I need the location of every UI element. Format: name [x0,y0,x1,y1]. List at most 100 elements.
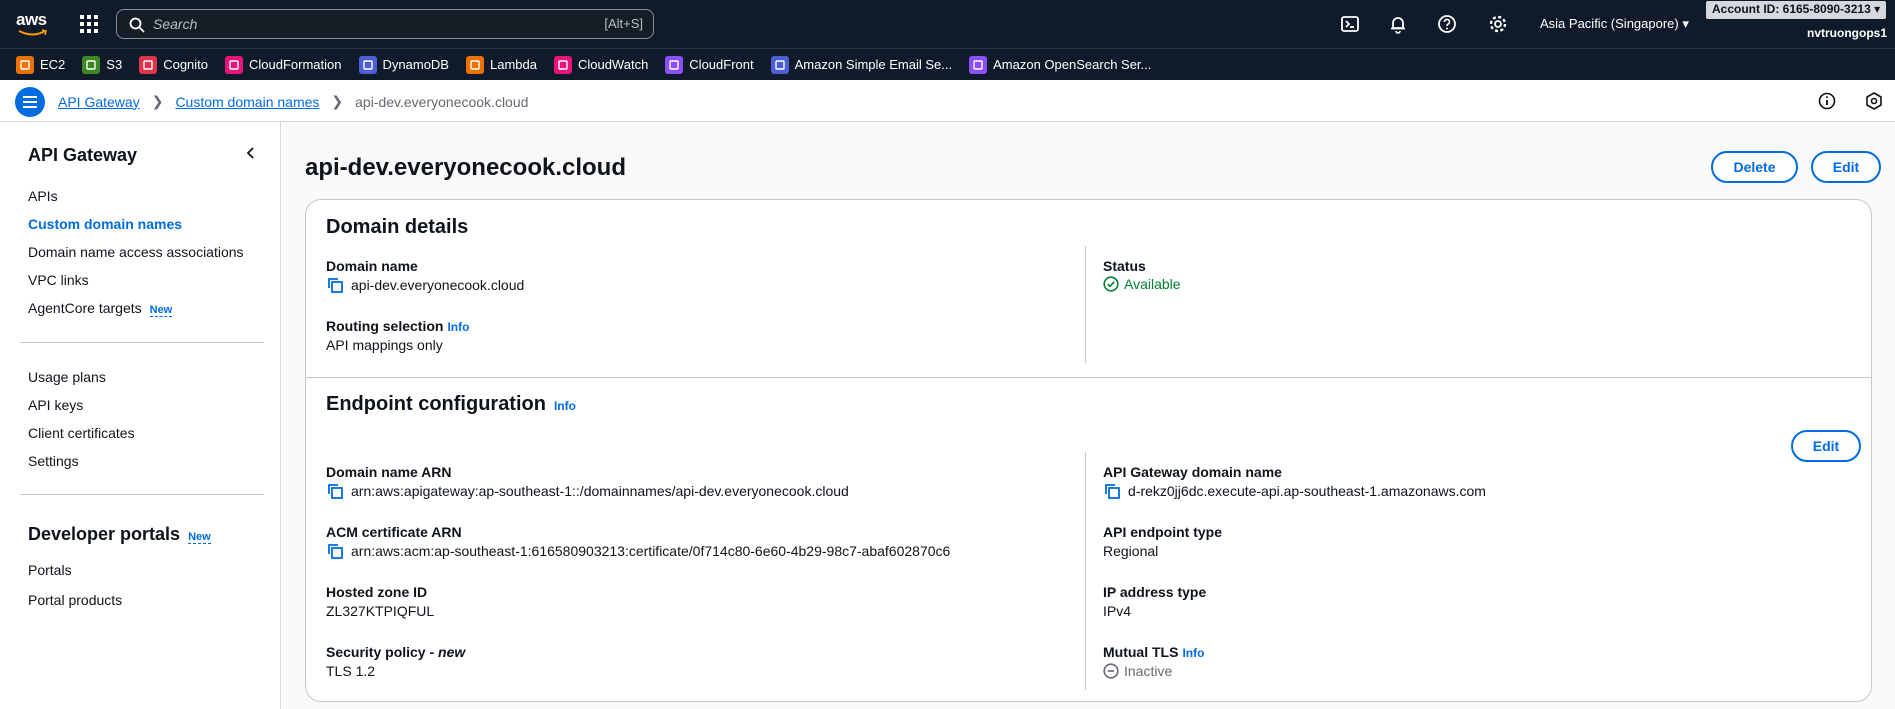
page-title: api-dev.everyonecook.cloud [305,154,626,181]
favorite-label: Lambda [489,57,537,72]
sidebar-item-vpc-links[interactable]: VPC links [28,272,89,288]
breadcrumb-separator-icon: ❯ [151,93,164,109]
feedback-hexagon-icon[interactable] [1864,91,1884,111]
column-divider [1085,452,1086,690]
aws-smile-icon [18,29,47,36]
aws-logo[interactable]: aws [16,10,50,38]
acm-certificate-arn-text: arn:aws:acm:ap-southeast-1:616580903213:… [351,543,951,559]
section-divider [306,377,1871,378]
sidebar-item-usage-plans[interactable]: Usage plans [28,369,106,385]
s3-icon [82,55,101,74]
new-badge[interactable]: New [188,531,211,544]
mutual-tls-value: Inactive [1103,663,1172,679]
search-input[interactable] [153,14,573,34]
menu-hamburger-icon[interactable] [15,87,45,117]
account-id-menu[interactable]: Account ID: 6165-8090-3213 ▾ [1706,1,1887,19]
collapse-sidebar-icon[interactable] [244,146,258,160]
sidebar-item-apis[interactable]: APIs [28,188,58,204]
routing-selection-value: API mappings only [326,337,443,353]
status-success-icon [1103,276,1119,292]
favorites-bar: EC2 S3 Cognito CloudFormation DynamoDB Lambda… [0,48,1895,80]
ec2-icon [16,55,34,74]
security-policy-new-tag: new [438,644,466,660]
search-bar[interactable]: [Alt+S] [116,9,654,39]
status-label: Status [1103,258,1146,274]
side-navigation: API Gateway APIs Custom domain names Dom… [0,122,281,709]
sidebar-divider [20,494,264,495]
favorite-label: Cognito [163,57,209,72]
breadcrumb-api-gateway[interactable]: API Gateway [58,94,140,110]
notifications-bell-icon[interactable] [1388,14,1408,34]
favorite-opensearch[interactable]: Amazon OpenSearch Ser... [969,55,1152,74]
sidebar-item-custom-domain-names[interactable]: Custom domain names [28,216,182,232]
sidebar-item-portals[interactable]: Portals [28,562,72,578]
acm-certificate-arn-label: ACM certificate ARN [326,524,462,540]
favorite-label: S3 [106,57,123,72]
column-divider [1085,246,1086,363]
favorite-cognito[interactable]: Cognito [139,55,209,74]
lambda-icon [465,55,484,74]
ip-address-type-value: IPv4 [1103,603,1132,619]
favorite-label: Amazon OpenSearch Ser... [993,57,1152,72]
mutual-tls-text: Mutual TLS [1103,644,1179,660]
cloudshell-icon[interactable] [1340,14,1360,34]
settings-gear-icon[interactable] [1488,14,1508,34]
copy-icon[interactable] [1103,482,1121,500]
sidebar-item-client-certificates[interactable]: Client certificates [28,425,135,441]
breadcrumb-custom-domain-names[interactable]: Custom domain names [175,94,319,110]
sidebar-section-developer-portals[interactable]: Developer portals New [28,524,211,545]
cognito-icon [139,55,158,74]
cloudfront-icon [665,55,684,74]
favorite-ec2[interactable]: EC2 [16,55,65,74]
api-gateway-domain-name-value: d-rekz0jj6dc.execute-api.ap-southeast-1.… [1103,482,1486,500]
domain-card: Domain details Domain name api-dev.every… [305,199,1872,702]
copy-icon[interactable] [326,482,344,500]
sidebar-title[interactable]: API Gateway [28,145,137,166]
new-badge[interactable]: New [149,304,173,317]
sidebar-item-settings[interactable]: Settings [28,453,79,469]
username-menu[interactable]: nvtruongops1 [1807,26,1887,40]
aws-logo-text: aws [16,10,47,29]
security-policy-value: TLS 1.2 [326,663,376,679]
endpoint-info-link[interactable]: Info [554,399,576,413]
info-panel-icon[interactable] [1817,91,1837,111]
favorite-s3[interactable]: S3 [82,55,123,74]
api-endpoint-type-value: Regional [1103,543,1159,559]
favorite-ses[interactable]: Amazon Simple Email Se... [770,55,952,74]
search-shortcut: [Alt+S] [604,16,643,31]
sidebar-item-agentcore-targets[interactable]: AgentCore targets New [28,300,173,317]
sidebar-item-domain-name-access-associations[interactable]: Domain name access associations [28,244,244,260]
search-icon [129,17,145,33]
sidebar-item-label: AgentCore targets [28,300,142,316]
copy-icon[interactable] [326,542,344,560]
region-selector[interactable]: Asia Pacific (Singapore) ▾ [1540,16,1689,32]
help-icon[interactable] [1437,14,1457,34]
domain-name-arn-value: arn:aws:apigateway:ap-southeast-1::/doma… [326,482,849,500]
edit-button[interactable]: Edit [1811,151,1881,183]
delete-button[interactable]: Delete [1711,151,1798,183]
domain-details-heading: Domain details [326,216,469,238]
sidebar-item-api-keys[interactable]: API keys [28,397,83,413]
acm-certificate-arn-value: arn:aws:acm:ap-southeast-1:616580903213:… [326,542,950,560]
routing-info-link[interactable]: Info [447,320,469,334]
favorite-cloudfront[interactable]: CloudFront [665,55,754,74]
endpoint-edit-button[interactable]: Edit [1791,430,1861,462]
favorite-label: DynamoDB [382,57,449,72]
api-gateway-domain-name-text: d-rekz0jj6dc.execute-api.ap-southeast-1.… [1128,483,1486,499]
api-gateway-domain-name-label: API Gateway domain name [1103,464,1282,480]
mutual-tls-label: Mutual TLS Info [1103,644,1204,660]
services-grid-icon[interactable] [80,15,98,33]
dynamodb-icon [358,55,377,74]
cloudformation-icon [225,55,244,74]
hosted-zone-id-value: ZL327KTPIQFUL [326,603,435,619]
favorite-cloudformation[interactable]: CloudFormation [225,55,342,74]
mutual-tls-info-link[interactable]: Info [1182,646,1204,660]
favorite-lambda[interactable]: Lambda [465,55,537,74]
endpoint-configuration-heading: Endpoint configuration Info [326,393,576,416]
sidebar-section-label: Developer portals [28,524,181,544]
favorite-cloudwatch[interactable]: CloudWatch [553,55,648,74]
favorite-dynamodb[interactable]: DynamoDB [358,55,449,74]
sidebar-item-portal-products[interactable]: Portal products [28,592,122,608]
copy-icon[interactable] [326,276,344,294]
domain-name-label: Domain name [326,258,418,274]
